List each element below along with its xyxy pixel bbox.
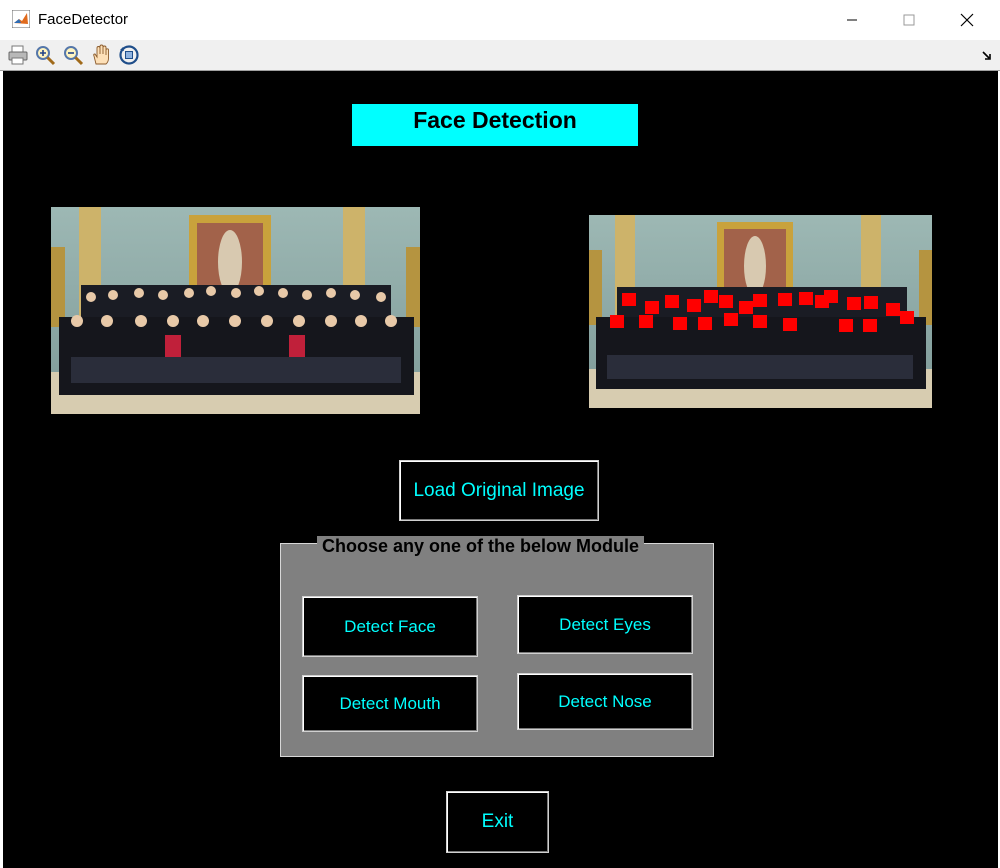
- print-button[interactable]: [6, 43, 30, 67]
- minimize-button[interactable]: [823, 0, 881, 40]
- detected-faces-image: [589, 215, 932, 408]
- load-original-image-button[interactable]: Load Original Image: [399, 460, 599, 521]
- maximize-icon: [903, 14, 915, 26]
- close-button[interactable]: [938, 0, 996, 40]
- pan-button[interactable]: [89, 43, 113, 67]
- dock-button[interactable]: [982, 48, 992, 60]
- module-panel: Choose any one of the below Module Detec…: [280, 536, 714, 757]
- pan-hand-icon: [93, 44, 109, 65]
- group-photo-image: [51, 207, 420, 414]
- zoom-in-button[interactable]: [33, 43, 57, 67]
- zoom-in-icon: [36, 46, 56, 66]
- maximize-button[interactable]: [880, 0, 938, 40]
- matlab-logo-icon: [12, 10, 30, 28]
- detect-mouth-button[interactable]: Detect Mouth: [302, 675, 478, 732]
- figure-toolbar: [0, 40, 1000, 71]
- zoom-out-icon: [64, 46, 84, 66]
- module-panel-title: Choose any one of the below Module: [317, 536, 645, 556]
- heading-banner: Face Detection: [352, 104, 638, 146]
- figure-canvas: Face Detection Load Original Image Choos…: [3, 71, 998, 868]
- original-image-axes: [51, 207, 420, 414]
- rotate-3d-icon: [119, 45, 139, 65]
- window-title: FaceDetector: [38, 11, 129, 28]
- result-image-axes: [589, 215, 932, 408]
- detect-nose-button[interactable]: Detect Nose: [517, 673, 693, 730]
- detect-eyes-button[interactable]: Detect Eyes: [517, 595, 693, 654]
- detect-face-button[interactable]: Detect Face: [302, 596, 478, 657]
- minimize-icon: [847, 19, 857, 21]
- dock-arrow-icon: [982, 51, 991, 60]
- exit-button[interactable]: Exit: [446, 791, 549, 853]
- print-icon: [8, 45, 28, 65]
- title-bar: FaceDetector: [0, 0, 1000, 40]
- page-title: Face Detection: [413, 107, 577, 133]
- zoom-out-button[interactable]: [61, 43, 85, 67]
- rotate-3d-button[interactable]: [117, 43, 141, 67]
- close-icon: [960, 13, 974, 27]
